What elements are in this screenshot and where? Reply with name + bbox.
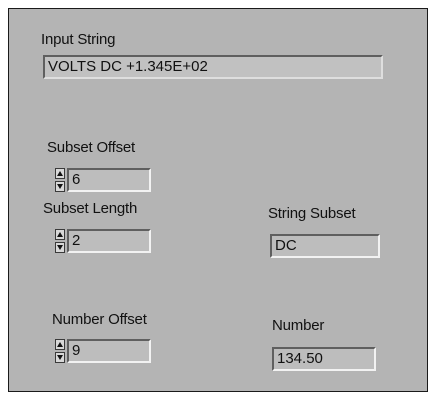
number-offset-field[interactable]: 9 (67, 339, 151, 363)
number-label: Number (272, 317, 325, 334)
decrement-arrow-icon[interactable] (55, 181, 65, 192)
input-string-field[interactable]: VOLTS DC +1.345E+02 (43, 55, 383, 79)
subset-offset-stepper[interactable] (55, 168, 65, 192)
subset-offset-field[interactable]: 6 (67, 168, 151, 192)
increment-arrow-icon[interactable] (55, 339, 65, 350)
subset-length-stepper[interactable] (55, 229, 65, 253)
string-subset-label: String Subset (268, 205, 356, 222)
increment-arrow-icon[interactable] (55, 168, 65, 179)
subset-length-label: Subset Length (43, 200, 138, 217)
number-offset-stepper[interactable] (55, 339, 65, 363)
decrement-arrow-icon[interactable] (55, 242, 65, 253)
increment-arrow-icon[interactable] (55, 229, 65, 240)
subset-length-field[interactable]: 2 (67, 229, 151, 253)
front-panel: Input String VOLTS DC +1.345E+02 Subset … (8, 8, 428, 392)
subset-offset-label: Subset Offset (47, 139, 136, 156)
number-indicator: 134.50 (272, 347, 376, 371)
string-subset-indicator: DC (270, 234, 380, 258)
decrement-arrow-icon[interactable] (55, 352, 65, 363)
input-string-label: Input String (41, 31, 116, 48)
number-offset-label: Number Offset (52, 311, 147, 328)
